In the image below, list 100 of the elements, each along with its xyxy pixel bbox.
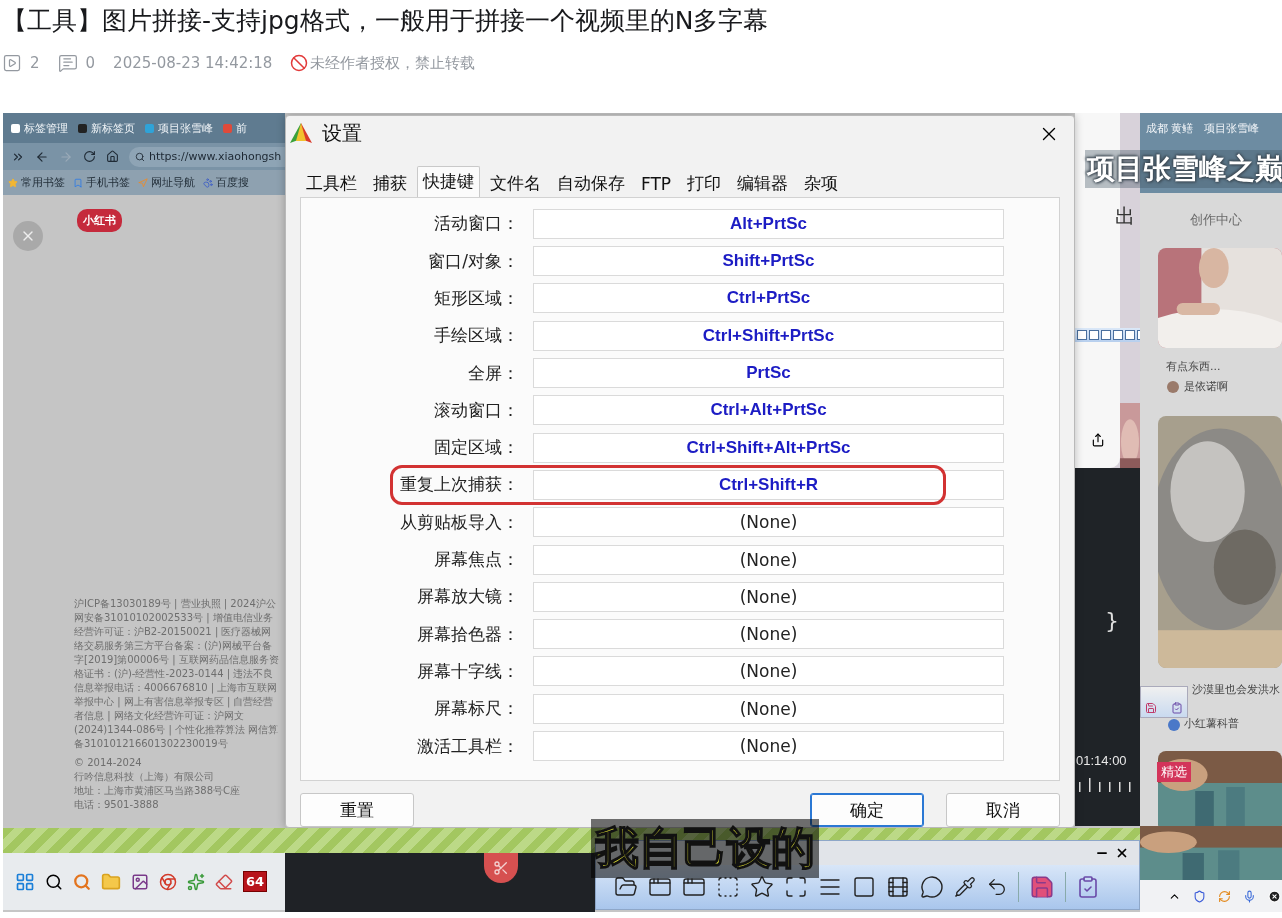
ok-button[interactable]: 确定 [810,793,924,827]
logo: 小红书 [77,209,122,232]
bookmark[interactable]: 网址导航 [138,175,195,190]
close-icon[interactable] [1268,889,1281,903]
microphone-icon[interactable] [1243,889,1256,903]
film-icon[interactable] [886,875,910,899]
app-badge[interactable]: 64 [243,871,268,892]
hotkey-label: 全屏： [467,361,520,385]
avatar [1167,381,1179,393]
hotkey-label: 重复上次捕获： [399,473,520,497]
bookmark-icon [8,177,18,188]
hotkey-field[interactable]: (None) [533,507,1004,538]
footer-line: 行吟信息科技（上海）有限公司 [74,770,215,784]
badge: 精选 [1157,762,1191,782]
image-icon[interactable] [131,872,149,891]
star-icon[interactable] [750,875,774,899]
post-date: 2025-08-23 14:42:18 [113,54,273,72]
hotkey-field[interactable]: Ctrl+Shift+R [533,469,1004,500]
reload-icon[interactable] [83,150,96,163]
tab[interactable]: 捕获 [367,169,413,197]
hotkey-label: 窗口/对象： [427,249,520,273]
tab[interactable]: 自动保存 [551,169,631,197]
tab-icon [78,123,87,133]
hotkey-field[interactable]: PrtSc [533,358,1004,389]
rectangle-icon[interactable] [716,875,740,899]
hotkey-label: 屏幕焦点： [433,548,520,571]
magnifier-icon[interactable] [73,872,91,891]
eyedropper-icon[interactable] [954,876,976,898]
hotkey-label: 屏幕标尺： [433,697,520,721]
footer-line: 地址：上海市黄浦区马当路388号C座 [74,784,242,798]
browser-tab[interactable]: 标签管理 [11,120,68,136]
window-icon[interactable] [648,875,672,899]
hotkey-label: 激活工具栏： [416,734,520,758]
hotkey-field[interactable]: (None) [533,693,1004,724]
close-icon[interactable] [1115,846,1129,860]
comment-icon [57,53,78,73]
hotkey-field[interactable]: (None) [533,731,1004,761]
hotkey-label: 从剪贴板导入： [399,510,520,534]
tab[interactable]: 快捷键 [417,165,480,197]
search-icon[interactable] [45,872,63,891]
bookmark-icon [73,177,83,188]
open-icon[interactable] [614,875,638,899]
hotkey-label: 手绘区域： [433,324,520,348]
author-name: 小红薯科普 [1184,717,1239,731]
bubble-icon[interactable] [920,875,944,899]
fullscreen-icon[interactable] [784,875,808,899]
tab[interactable]: FTP [635,169,678,197]
play-count: 2 [30,54,40,72]
hotkey-label: 屏幕拾色器： [416,622,520,646]
start-icon[interactable] [15,871,35,892]
hotkey-field[interactable]: (None) [533,544,1004,575]
tab[interactable]: 杂项 [798,169,845,197]
save-icon[interactable] [1029,874,1055,900]
video-caption: 项目张雪峰之巅 [1085,150,1282,188]
browser-tab[interactable]: 前 [223,120,247,136]
footer-line: © 2014-2024 [74,756,143,770]
cancel-button[interactable]: 取消 [946,793,1060,827]
bookmark[interactable]: 常用书签 [8,175,65,190]
footer-line: 电话：9501-3888 [74,798,160,812]
clipboard-icon [1171,702,1183,714]
address-field[interactable]: https://www.xiaohongsh [129,146,285,167]
browser-tab[interactable]: 项目张雪峰 [145,120,213,136]
square-icon[interactable] [852,875,876,899]
undo-icon[interactable] [986,876,1008,898]
card-title: 有点东西... [1166,359,1221,374]
home-icon[interactable] [106,150,119,163]
hotkey-field[interactable]: Shift+PrtSc [533,246,1004,277]
hotkey-field[interactable]: Alt+PrtSc [533,208,1004,239]
hotkey-field[interactable]: Ctrl+Alt+PrtSc [533,395,1004,426]
hotkey-field[interactable]: Ctrl+PrtSc [533,283,1004,314]
bookmark[interactable]: 手机书签 [73,175,130,190]
app-icon[interactable] [187,872,205,891]
copyright-notice: 未经作者授权，禁止转载 [310,53,476,73]
hotkey-label: 活动窗口： [433,212,520,236]
tab-icon [223,123,232,133]
hotkey-field[interactable]: (None) [533,656,1004,687]
tab[interactable]: 打印 [681,169,728,197]
hotkey-field[interactable]: (None) [533,619,1004,650]
shield-icon[interactable] [1193,889,1206,903]
browser-tab[interactable]: 项目张雪峰 [1203,121,1259,135]
back-icon[interactable] [35,149,49,164]
window-icon[interactable] [682,875,706,899]
hotkey-field[interactable]: Ctrl+Shift+PrtSc [533,320,1004,351]
save-icon [1145,702,1157,714]
tab[interactable]: 工具栏 [300,169,363,197]
browser-tab[interactable]: 成都 黄鳝 [1146,121,1194,135]
tab-icon [11,123,20,133]
eraser-icon[interactable] [215,872,233,891]
tab[interactable]: 文件名 [484,169,547,197]
hotkey-field[interactable]: Ctrl+Shift+Alt+PrtSc [533,432,1004,463]
bookmark[interactable]: 百度搜 [203,175,249,190]
share-icon [1091,433,1105,447]
tab[interactable]: 编辑器 [731,169,795,197]
tab-icon [145,123,154,133]
reset-button[interactable]: 重置 [300,793,414,827]
browser-icon[interactable] [159,872,177,891]
section-heading: 创作中心 [1190,211,1242,229]
browser-tab[interactable]: 新标签页 [78,120,135,136]
play-count-icon [2,53,22,73]
hotkey-field[interactable]: (None) [533,581,1004,612]
